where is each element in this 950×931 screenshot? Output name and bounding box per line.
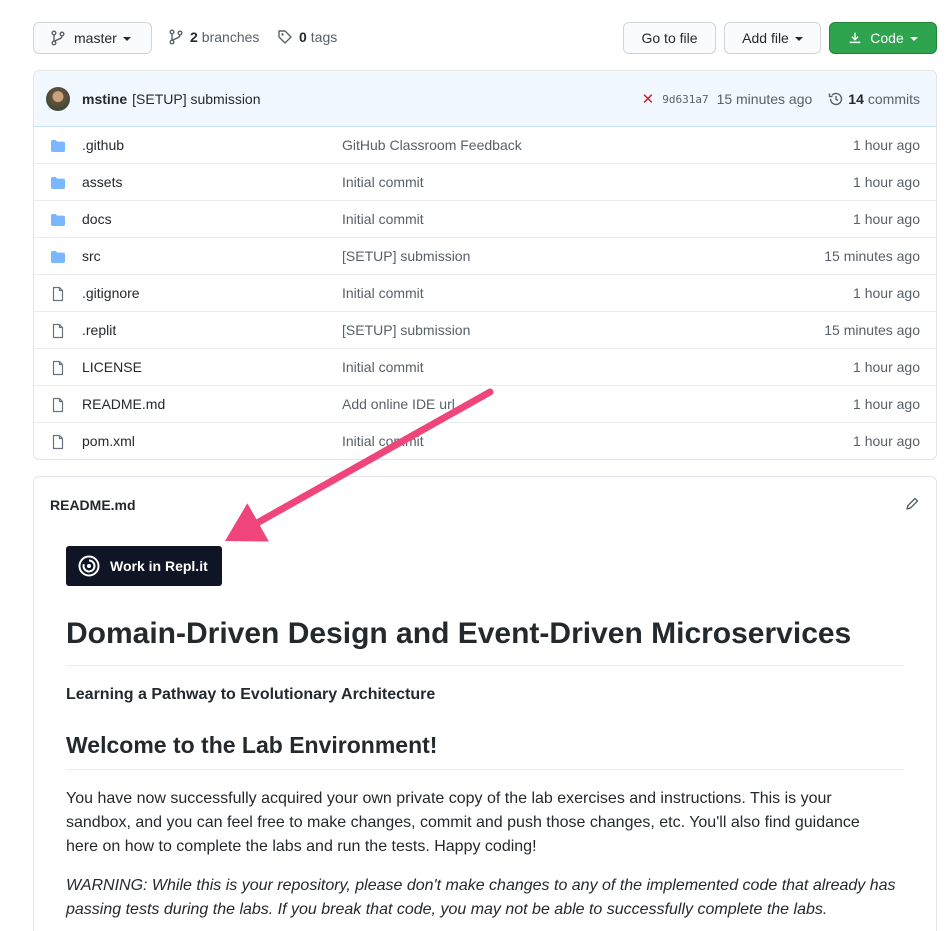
readme-section-heading: Welcome to the Lab Environment! xyxy=(66,732,904,770)
code-button[interactable]: Code xyxy=(829,22,937,54)
chevron-down-icon xyxy=(122,37,131,41)
file-row[interactable]: README.md Add online IDE url 1 hour ago xyxy=(34,386,936,423)
readme-filename[interactable]: README.md xyxy=(50,497,136,513)
file-browser: mstine [SETUP] submission ✕ 9d631a7 15 m… xyxy=(33,70,937,460)
file-name[interactable]: docs xyxy=(82,211,112,227)
file-icon xyxy=(50,323,66,339)
file-commit-message[interactable]: Initial commit xyxy=(342,211,424,227)
file-row[interactable]: src [SETUP] submission 15 minutes ago xyxy=(34,238,936,275)
commit-sha[interactable]: 9d631a7 xyxy=(662,93,708,106)
file-commit-age: 1 hour ago xyxy=(853,396,920,412)
badge-label: Work in Repl.it xyxy=(110,558,208,574)
file-commit-message[interactable]: Initial commit xyxy=(342,285,424,301)
file-commit-message[interactable]: Initial commit xyxy=(342,433,424,449)
file-row[interactable]: .replit [SETUP] submission 15 minutes ago xyxy=(34,312,936,349)
file-list: .github GitHub Classroom Feedback 1 hour a… xyxy=(34,127,936,459)
branches-link[interactable]: 2 branches xyxy=(168,29,259,45)
file-commit-message[interactable]: GitHub Classroom Feedback xyxy=(342,137,522,153)
file-commit-age: 1 hour ago xyxy=(853,359,920,375)
tags-count: 0 xyxy=(299,29,307,45)
file-row[interactable]: .gitignore Initial commit 1 hour ago xyxy=(34,275,936,312)
pencil-icon[interactable] xyxy=(904,496,920,512)
go-to-file-label: Go to file xyxy=(641,30,698,46)
go-to-file-button[interactable]: Go to file xyxy=(623,22,716,54)
chevron-down-icon xyxy=(794,37,803,41)
file-row[interactable]: LICENSE Initial commit 1 hour ago xyxy=(34,349,936,386)
branch-select-button[interactable]: master xyxy=(33,22,152,54)
file-row[interactable]: docs Initial commit 1 hour ago xyxy=(34,201,936,238)
file-commit-message[interactable]: [SETUP] submission xyxy=(342,322,470,338)
file-commit-age: 1 hour ago xyxy=(853,137,920,153)
file-name[interactable]: LICENSE xyxy=(82,359,142,375)
file-name[interactable]: .github xyxy=(82,137,124,153)
file-name[interactable]: src xyxy=(82,248,101,264)
add-file-button[interactable]: Add file xyxy=(724,22,821,54)
file-icon xyxy=(50,434,66,450)
file-name[interactable]: assets xyxy=(82,174,122,190)
file-name[interactable]: README.md xyxy=(82,396,165,412)
file-name[interactable]: .replit xyxy=(82,322,116,338)
file-commit-age: 1 hour ago xyxy=(853,211,920,227)
git-branch-icon xyxy=(169,29,183,45)
work-in-replit-badge[interactable]: Work in Repl.it xyxy=(66,546,222,586)
commit-time: 15 minutes ago xyxy=(716,91,813,107)
file-icon xyxy=(50,286,66,302)
commit-meta: ✕ 9d631a7 15 minutes ago 14 commits xyxy=(642,71,920,127)
branches-label: branches xyxy=(201,29,260,45)
file-row[interactable]: .github GitHub Classroom Feedback 1 hour a… xyxy=(34,127,936,164)
folder-icon xyxy=(50,212,66,228)
readme-title: Domain-Driven Design and Event-Driven Mi… xyxy=(66,617,904,666)
file-commit-age: 1 hour ago xyxy=(853,433,920,449)
history-icon xyxy=(829,92,843,106)
file-row[interactable]: pom.xml Initial commit 1 hour ago xyxy=(34,423,936,459)
tags-link[interactable]: 0 tags xyxy=(277,29,337,45)
file-name[interactable]: pom.xml xyxy=(82,433,135,449)
avatar[interactable] xyxy=(46,86,70,111)
file-commit-message[interactable]: Add online IDE url xyxy=(342,396,455,412)
commits-link[interactable]: 14 commits xyxy=(828,91,920,107)
replit-logo-icon xyxy=(78,555,100,577)
file-commit-age: 1 hour ago xyxy=(853,285,920,301)
commits-label: commits xyxy=(867,91,920,107)
file-commit-message[interactable]: [SETUP] submission xyxy=(342,248,470,264)
folder-icon xyxy=(50,175,66,191)
x-icon[interactable]: ✕ xyxy=(642,90,655,108)
tag-icon xyxy=(278,30,292,44)
file-icon xyxy=(50,397,66,413)
file-name[interactable]: .gitignore xyxy=(82,285,140,301)
file-commit-age: 15 minutes ago xyxy=(824,322,920,338)
commit-message[interactable]: [SETUP] submission xyxy=(132,91,260,107)
commit-author[interactable]: mstine xyxy=(82,91,127,107)
latest-commit-bar: mstine [SETUP] submission ✕ 9d631a7 15 m… xyxy=(34,71,936,127)
readme-subtitle: Learning a Pathway to Evolutionary Archi… xyxy=(66,686,436,703)
git-branch-icon xyxy=(51,30,65,46)
file-commit-message[interactable]: Initial commit xyxy=(342,359,424,375)
folder-icon xyxy=(50,138,66,154)
add-file-label: Add file xyxy=(742,30,789,46)
file-icon xyxy=(50,360,66,376)
code-label: Code xyxy=(870,30,904,46)
file-commit-age: 1 hour ago xyxy=(853,174,920,190)
branches-count: 2 xyxy=(190,29,198,45)
branch-name: master xyxy=(74,30,117,46)
commits-count: 14 xyxy=(848,91,864,107)
readme-header: README.md xyxy=(34,477,936,533)
file-row[interactable]: assets Initial commit 1 hour ago xyxy=(34,164,936,201)
file-commit-message[interactable]: Initial commit xyxy=(342,174,424,190)
chevron-down-icon xyxy=(909,37,918,41)
readme-paragraph: You have now successfully acquired your … xyxy=(66,790,860,855)
file-commit-age: 15 minutes ago xyxy=(824,248,920,264)
readme-warning-paragraph: WARNING: While this is your repository, … xyxy=(66,877,896,918)
download-icon xyxy=(850,32,861,44)
folder-icon xyxy=(50,249,66,265)
readme-panel: README.md Work in Repl.it Domain-Driven … xyxy=(33,476,937,931)
tags-label: tags xyxy=(310,29,338,45)
